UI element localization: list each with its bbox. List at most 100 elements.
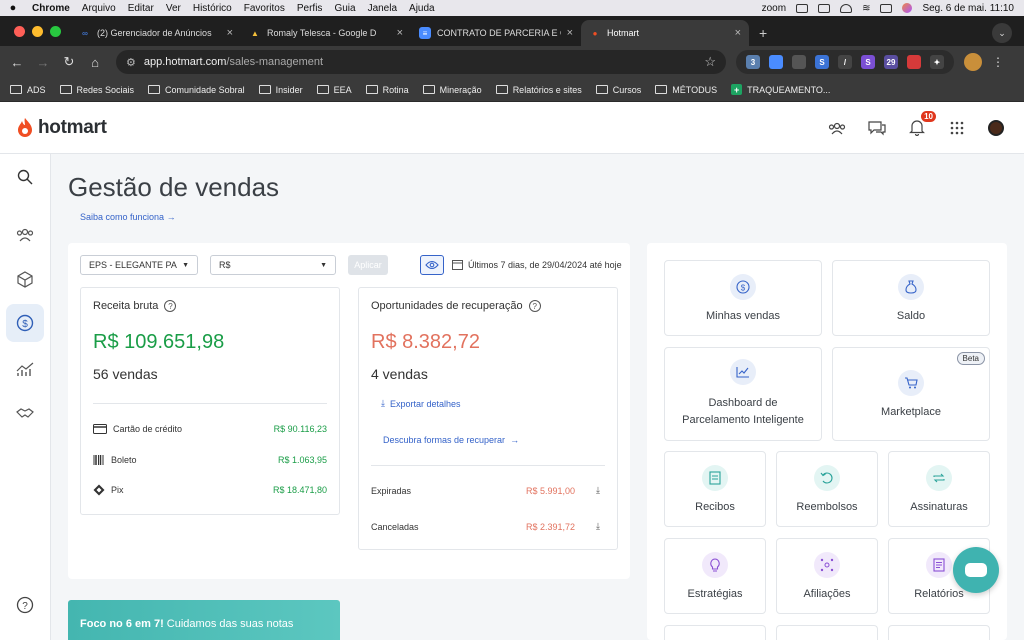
bookmark-relatorios[interactable]: Relatórios e sites bbox=[495, 85, 582, 95]
maximize-window-button[interactable] bbox=[50, 25, 61, 37]
tab-hotmart[interactable]: ● Hotmart × bbox=[581, 20, 749, 46]
display-icon[interactable] bbox=[818, 3, 831, 13]
extension-s-icon[interactable]: S bbox=[815, 55, 829, 69]
reload-icon[interactable]: ↻ bbox=[56, 54, 82, 70]
sidebar-partners[interactable] bbox=[6, 394, 44, 432]
bookmark-metodus[interactable]: MÉTODUS bbox=[655, 85, 717, 95]
notifications-bell-icon[interactable]: 10 bbox=[908, 110, 936, 137]
bookmark-redes-sociais[interactable]: Redes Sociais bbox=[59, 85, 134, 95]
bookmark-ads[interactable]: ADS bbox=[10, 85, 46, 95]
extension-pen-icon[interactable]: / bbox=[838, 55, 852, 69]
forward-icon[interactable]: → bbox=[30, 55, 56, 70]
menu-guia[interactable]: Guia bbox=[328, 3, 361, 14]
extensions-puzzle-icon[interactable]: ✦ bbox=[930, 55, 944, 69]
tile-saldo[interactable]: Saldo bbox=[832, 260, 990, 336]
apple-icon[interactable]: ● bbox=[0, 2, 26, 14]
bookmark-traqueamento[interactable]: + TRAQUEAMENTO... bbox=[731, 84, 830, 95]
sidebar-help[interactable]: ? bbox=[6, 586, 44, 624]
close-tab-icon[interactable]: × bbox=[227, 27, 233, 39]
menu-historico[interactable]: Histórico bbox=[187, 3, 238, 14]
extension-red-icon[interactable] bbox=[907, 55, 921, 69]
bookmark-insider[interactable]: Insider bbox=[258, 85, 303, 95]
siri-icon[interactable] bbox=[902, 3, 913, 13]
menu-ajuda[interactable]: Ajuda bbox=[403, 3, 441, 14]
bookmark-comunidade[interactable]: Comunidade Sobral bbox=[148, 85, 245, 95]
tile-assinaturas[interactable]: Assinaturas bbox=[888, 451, 990, 527]
bookmark-eea[interactable]: EEA bbox=[316, 85, 352, 95]
close-tab-icon[interactable]: × bbox=[735, 27, 741, 39]
tile-more-2[interactable] bbox=[776, 625, 878, 640]
users-icon[interactable] bbox=[828, 119, 846, 137]
tile-reembolsos[interactable]: Reembolsos bbox=[776, 451, 878, 527]
menu-janela[interactable]: Janela bbox=[362, 3, 403, 14]
sidebar-community[interactable] bbox=[6, 216, 44, 254]
info-icon[interactable]: ? bbox=[164, 300, 177, 312]
apps-grid-icon[interactable] bbox=[948, 119, 966, 137]
site-info-icon[interactable]: ⚙ bbox=[126, 56, 136, 69]
sidebar-search[interactable] bbox=[6, 158, 44, 196]
currency-select[interactable]: R$ ▼ bbox=[210, 255, 336, 275]
product-select[interactable]: EPS - ELEGANTE PAR ▼ bbox=[80, 255, 198, 275]
sidebar-products[interactable] bbox=[6, 260, 44, 298]
sidebar-analytics[interactable] bbox=[6, 350, 44, 388]
download-icon[interactable]: ⤓ bbox=[591, 485, 605, 496]
headphones-icon[interactable] bbox=[840, 3, 853, 13]
menu-ver[interactable]: Ver bbox=[160, 3, 187, 14]
tile-more-1[interactable] bbox=[664, 625, 766, 640]
export-details-link[interactable]: ⤓ Exportar detalhes bbox=[381, 398, 461, 409]
hotmart-logo[interactable]: hotmart bbox=[16, 117, 107, 139]
info-icon[interactable]: ? bbox=[528, 300, 541, 312]
chat-icon[interactable] bbox=[868, 119, 886, 137]
menu-editar[interactable]: Editar bbox=[122, 3, 160, 14]
profile-avatar[interactable] bbox=[964, 53, 982, 71]
tab-google-drive[interactable]: ▲ Romaly Telesca - Google D × bbox=[241, 20, 411, 46]
tab-gerenciador[interactable]: ∞ (2) Gerenciador de Anúncios × bbox=[71, 20, 241, 46]
menu-favoritos[interactable]: Favoritos bbox=[238, 3, 291, 14]
tile-dashboard-parcelamento[interactable]: Dashboard de Parcelamento Inteligente bbox=[664, 347, 822, 441]
battery-icon[interactable] bbox=[796, 3, 809, 13]
extension-b-icon[interactable] bbox=[769, 55, 783, 69]
menu-app[interactable]: Chrome bbox=[26, 3, 76, 14]
user-avatar[interactable] bbox=[988, 119, 1004, 136]
support-chat-button[interactable] bbox=[953, 547, 999, 593]
extension-s2-icon[interactable]: S bbox=[861, 55, 875, 69]
tile-estrategias[interactable]: Estratégias bbox=[664, 538, 766, 614]
promo-banner[interactable]: Foco no 6 em 7! Cuidamos das suas notas bbox=[68, 600, 340, 640]
tile-minhas-vendas[interactable]: $ Minhas vendas bbox=[664, 260, 822, 336]
bookmark-star-icon[interactable]: ☆ bbox=[704, 54, 716, 70]
discover-recovery-link[interactable]: Descubra formas de recuperar → bbox=[383, 435, 519, 445]
toggle-visibility-button[interactable] bbox=[420, 255, 444, 275]
wifi-icon[interactable]: ≋ bbox=[862, 3, 870, 14]
menu-perfis[interactable]: Perfis bbox=[291, 3, 329, 14]
home-icon[interactable]: ⌂ bbox=[82, 55, 108, 70]
download-icon[interactable]: ⤓ bbox=[591, 521, 605, 532]
bookmark-rotina[interactable]: Rotina bbox=[365, 85, 409, 95]
minimize-window-button[interactable] bbox=[32, 25, 43, 37]
extension-a-icon[interactable]: 3 bbox=[746, 55, 760, 69]
apply-button[interactable]: Aplicar bbox=[348, 255, 388, 275]
clock[interactable]: Seg. 6 de mai. 11:10 bbox=[922, 3, 1014, 14]
close-tab-icon[interactable]: × bbox=[397, 27, 403, 39]
back-icon[interactable]: ← bbox=[4, 55, 30, 70]
browser-menu-icon[interactable]: ⋮ bbox=[992, 55, 1004, 69]
extension-count-icon[interactable]: 29 bbox=[884, 55, 898, 69]
address-bar[interactable]: ⚙ app.hotmart.com/sales-management ☆ bbox=[116, 50, 726, 74]
saiba-como-funciona-link[interactable]: Saiba como funciona → bbox=[80, 212, 176, 222]
sidebar-sales[interactable]: $ bbox=[6, 304, 44, 342]
tile-recibos[interactable]: Recibos bbox=[664, 451, 766, 527]
zoom-status[interactable]: zoom bbox=[762, 3, 786, 14]
close-tab-icon[interactable]: × bbox=[567, 27, 573, 39]
tile-afiliacoes[interactable]: Afiliações bbox=[776, 538, 878, 614]
period-filter[interactable]: Últimos 7 dias, de 29/04/2024 até hoje bbox=[452, 259, 622, 270]
extension-c-icon[interactable] bbox=[792, 55, 806, 69]
control-center-icon[interactable] bbox=[880, 3, 893, 13]
tab-search-button[interactable]: ⌄ bbox=[992, 23, 1012, 43]
close-window-button[interactable] bbox=[14, 25, 25, 37]
menu-arquivo[interactable]: Arquivo bbox=[76, 3, 122, 14]
tile-marketplace[interactable]: Beta Marketplace bbox=[832, 347, 990, 441]
bookmark-cursos[interactable]: Cursos bbox=[595, 85, 641, 95]
tile-more-3[interactable] bbox=[888, 625, 990, 640]
bookmark-mineracao[interactable]: Mineração bbox=[422, 85, 482, 95]
tab-contrato[interactable]: ≡ CONTRATO DE PARCERIA E C × bbox=[411, 20, 581, 46]
new-tab-button[interactable]: + bbox=[749, 20, 777, 46]
